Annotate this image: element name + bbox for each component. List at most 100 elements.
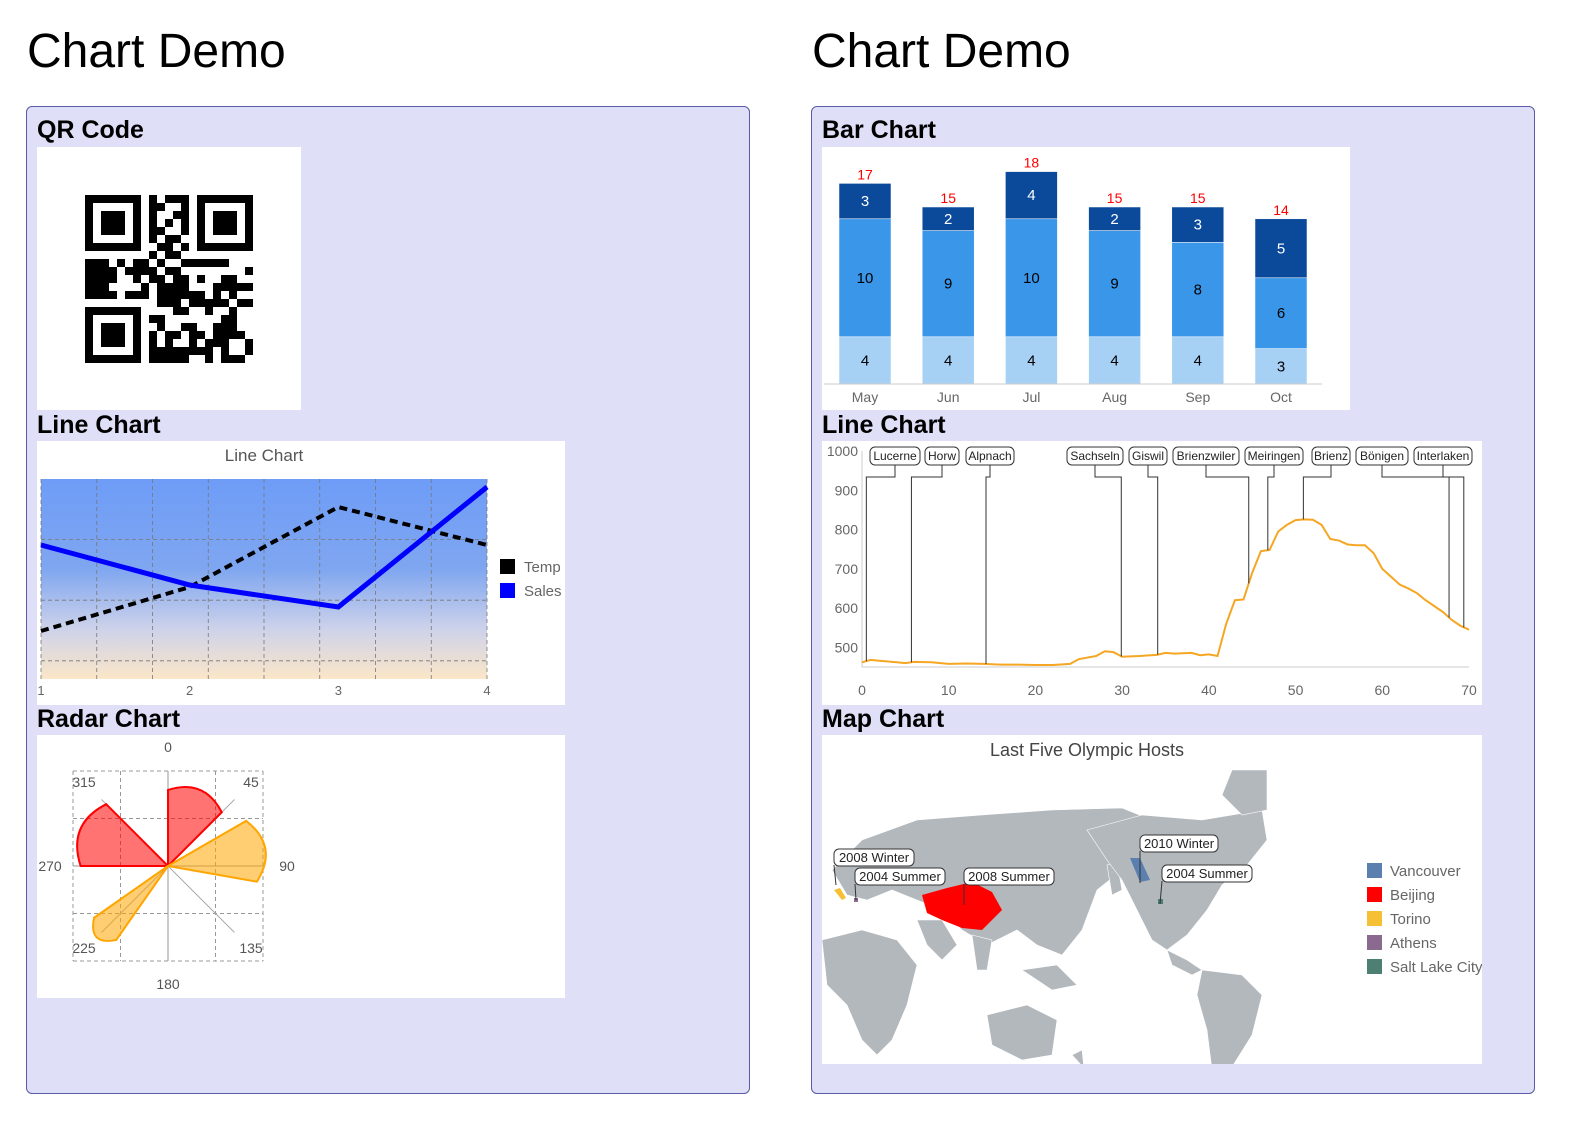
bar-total-label: 15 xyxy=(1107,190,1123,206)
qr-module xyxy=(149,203,157,211)
qr-module xyxy=(157,203,165,211)
y-tick-label: 1000 xyxy=(827,443,858,459)
qr-module xyxy=(181,355,189,363)
radar-chart: 0 45 90 135 180 225 270 315 xyxy=(38,739,295,992)
qr-module xyxy=(237,283,245,291)
bar-value-label: 2 xyxy=(1110,211,1118,228)
bar-value-label: 4 xyxy=(1110,352,1118,369)
qr-module xyxy=(197,299,205,307)
angle-tick-label: 135 xyxy=(239,940,263,956)
qr-module xyxy=(213,323,221,331)
x-tick-label: 1 xyxy=(37,683,44,698)
qr-module xyxy=(173,331,181,339)
qr-module xyxy=(197,275,205,283)
qr-module xyxy=(237,355,245,363)
qr-module xyxy=(149,275,157,283)
bar-value-label: 4 xyxy=(1027,187,1035,204)
bar-chart: 4 10 3 17 May 4 9 2 15 Jun 4 10 4 18 Jul 4 9 2 15 Aug 4 8 3 15 S… xyxy=(824,155,1322,405)
qr-finder-center xyxy=(213,211,237,235)
qr-module xyxy=(173,251,181,259)
qr-module xyxy=(149,251,157,259)
chart-title: Line Chart xyxy=(225,446,304,465)
qr-module xyxy=(173,299,181,307)
qr-module xyxy=(181,203,189,211)
qr-module xyxy=(229,315,237,323)
bar-value-label: 9 xyxy=(1110,276,1118,293)
y-tick-label: 900 xyxy=(835,482,859,498)
qr-module xyxy=(149,315,157,323)
qr-module xyxy=(109,291,117,299)
bar-value-label: 10 xyxy=(1023,270,1040,287)
annotation-label: Horw xyxy=(928,449,956,463)
qr-module xyxy=(245,347,253,355)
line-chart-right: 500 600 700 800 900 1000 0 10 20 30 40 50 60 70 Lucern… xyxy=(827,443,1477,698)
qr-module xyxy=(101,275,109,283)
angle-tick-label: 315 xyxy=(72,774,96,790)
qr-module xyxy=(149,355,157,363)
qr-module xyxy=(165,331,173,339)
qr-module xyxy=(181,307,189,315)
x-tick-label: Jun xyxy=(937,389,960,405)
land-shape xyxy=(1196,969,1263,1076)
bar-value-label: 4 xyxy=(1027,352,1035,369)
legend-swatch xyxy=(1367,959,1382,974)
qr-module xyxy=(165,355,173,363)
qr-module xyxy=(205,339,213,347)
bar-total-label: 17 xyxy=(857,166,873,182)
angle-tick-label: 0 xyxy=(164,739,172,755)
line-chart-left-box: Line Chart Temp Sales 1 2 3 4 xyxy=(37,441,565,705)
callout-label: 2004 Summer xyxy=(1166,866,1248,881)
qr-module xyxy=(245,267,253,275)
qr-module xyxy=(189,347,197,355)
qr-module xyxy=(165,219,173,227)
qr-module xyxy=(141,267,149,275)
qr-module xyxy=(149,219,157,227)
qr-module xyxy=(149,227,157,235)
bar-value-label: 6 xyxy=(1277,305,1285,322)
qr-module xyxy=(109,267,117,275)
qr-module xyxy=(157,259,165,267)
qr-module xyxy=(173,291,181,299)
legend-label: Athens xyxy=(1390,935,1437,952)
qr-section-title: QR Code xyxy=(37,116,144,144)
radar-section-title: Radar Chart xyxy=(37,705,181,733)
qr-module xyxy=(165,339,173,347)
qr-module xyxy=(221,355,229,363)
callout-label: 2004 Summer xyxy=(859,869,941,884)
bar-value-label: 9 xyxy=(944,276,952,293)
qr-module xyxy=(229,331,237,339)
qr-module xyxy=(181,227,189,235)
qr-module xyxy=(173,195,181,203)
qr-module xyxy=(229,355,237,363)
qr-module xyxy=(221,323,229,331)
land-shape xyxy=(971,934,993,971)
qr-module xyxy=(221,347,229,355)
bar-total-label: 15 xyxy=(940,190,956,206)
qr-module xyxy=(189,291,197,299)
qr-module xyxy=(189,323,197,331)
qr-module xyxy=(93,283,101,291)
qr-module xyxy=(101,291,109,299)
qr-module xyxy=(189,339,197,347)
land-shape xyxy=(821,929,918,1056)
qr-module xyxy=(213,291,221,299)
elevation-line xyxy=(861,518,1470,667)
x-tick-label: 60 xyxy=(1374,682,1390,698)
angle-tick-label: 225 xyxy=(72,940,96,956)
qr-module xyxy=(205,355,213,363)
map-chart: Last Five Olympic Hosts 2008 Winter 2004 S… xyxy=(821,740,1483,1076)
qr-module xyxy=(165,251,173,259)
x-tick-label: 0 xyxy=(858,682,866,698)
qr-module xyxy=(221,275,229,283)
legend-label: Beijing xyxy=(1390,887,1435,904)
map-chart-box: Last Five Olympic Hosts 2008 Winter 2004 S… xyxy=(821,735,1483,1076)
qr-module xyxy=(157,275,165,283)
y-tick-label: 500 xyxy=(835,639,859,655)
qr-module xyxy=(93,267,101,275)
qr-module xyxy=(197,259,205,267)
annotation-leader xyxy=(1302,465,1332,520)
bar-total-label: 15 xyxy=(1190,190,1206,206)
x-tick-label: 20 xyxy=(1028,682,1044,698)
qr-module xyxy=(229,275,237,283)
qr-module xyxy=(181,243,189,251)
